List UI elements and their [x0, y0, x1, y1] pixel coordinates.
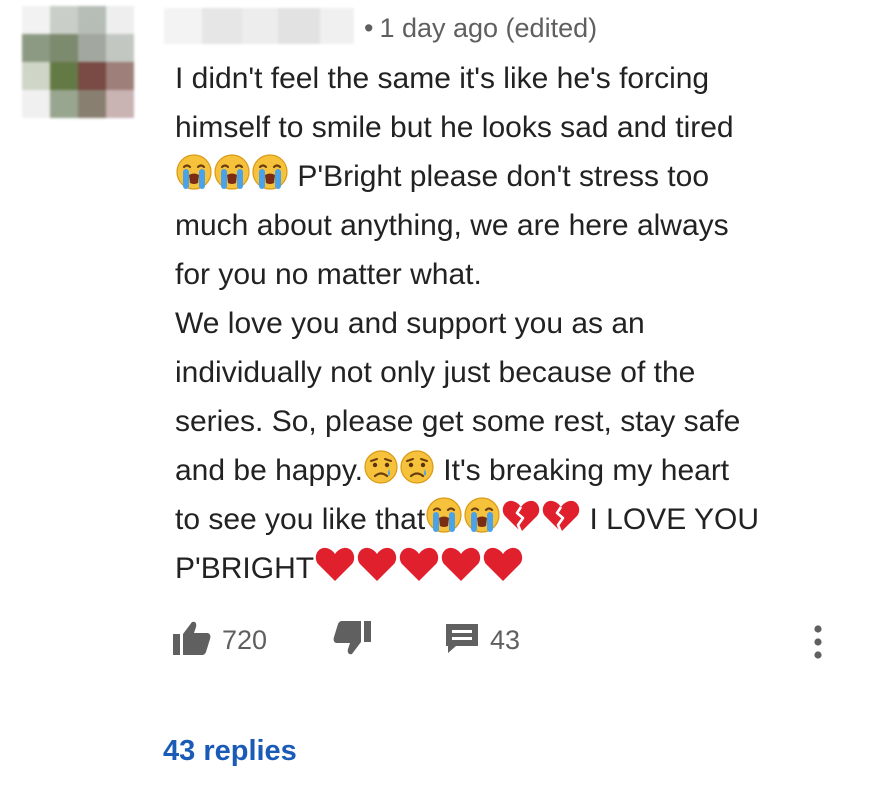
- comment-segment: P'BRIGHT: [175, 552, 315, 585]
- comment-meta: • 1 day ago (edited): [364, 10, 597, 46]
- red-heart-icon: [314, 545, 356, 583]
- view-replies-link[interactable]: 43 replies: [163, 731, 297, 771]
- crying-face-icon: [399, 449, 435, 485]
- comment-line: series. So, please get some rest, stay s…: [175, 405, 741, 438]
- like-count: 720: [222, 624, 268, 655]
- timestamp[interactable]: 1 day ago (edited): [379, 13, 597, 43]
- comment-line: to see you like that I LOVE YOU: [175, 495, 835, 544]
- red-heart-icon: [482, 545, 524, 583]
- comment-actions: 720 43: [172, 620, 852, 660]
- comment-segment: I LOVE YOU: [581, 503, 760, 536]
- more-vert-icon: [812, 624, 824, 664]
- comment-line: We love you and support you as an: [175, 307, 645, 340]
- loudly-crying-face-icon: [213, 153, 251, 191]
- comment-segment: and be happy.: [175, 454, 363, 487]
- comment-line: individually not only just because of th…: [175, 356, 696, 389]
- loudly-crying-face-icon: [425, 496, 463, 534]
- comment-segment: to see you like that: [175, 503, 426, 536]
- crying-face-icon: [363, 449, 399, 485]
- username[interactable]: [164, 8, 354, 44]
- comment-line: P'Bright please don't stress too: [175, 152, 835, 201]
- thumbs-down-icon: [332, 620, 372, 661]
- comment-text: I didn't feel the same it's like he's fo…: [175, 54, 835, 593]
- comment-line: himself to smile but he looks sad and ti…: [175, 111, 734, 144]
- comment-line: for you no matter what.: [175, 258, 482, 291]
- reply-button[interactable]: 43: [444, 620, 520, 660]
- avatar[interactable]: [22, 6, 134, 118]
- red-heart-icon: [398, 545, 440, 583]
- red-heart-icon: [440, 545, 482, 583]
- comment-line: I didn't feel the same it's like he's fo…: [175, 62, 710, 95]
- comment-line: P'BRIGHT: [175, 544, 835, 593]
- comment-segment: P'Bright please don't stress too: [289, 160, 710, 193]
- dislike-button[interactable]: [332, 620, 372, 660]
- loudly-crying-face-icon: [251, 153, 289, 191]
- comment-line: much about anything, we are here always: [175, 209, 729, 242]
- reply-count: 43: [490, 624, 521, 655]
- comment-icon: [444, 620, 480, 661]
- comment-segment: It's breaking my heart: [434, 454, 730, 487]
- loudly-crying-face-icon: [175, 153, 213, 191]
- more-options-button[interactable]: [812, 624, 824, 664]
- like-button[interactable]: 720: [172, 620, 267, 660]
- broken-heart-icon: [501, 498, 541, 534]
- broken-heart-icon: [541, 498, 581, 534]
- thumbs-up-icon: [172, 620, 212, 661]
- comment-line: and be happy. It's breaking my heart: [175, 446, 835, 495]
- separator-dot: •: [364, 13, 374, 43]
- loudly-crying-face-icon: [463, 496, 501, 534]
- red-heart-icon: [356, 545, 398, 583]
